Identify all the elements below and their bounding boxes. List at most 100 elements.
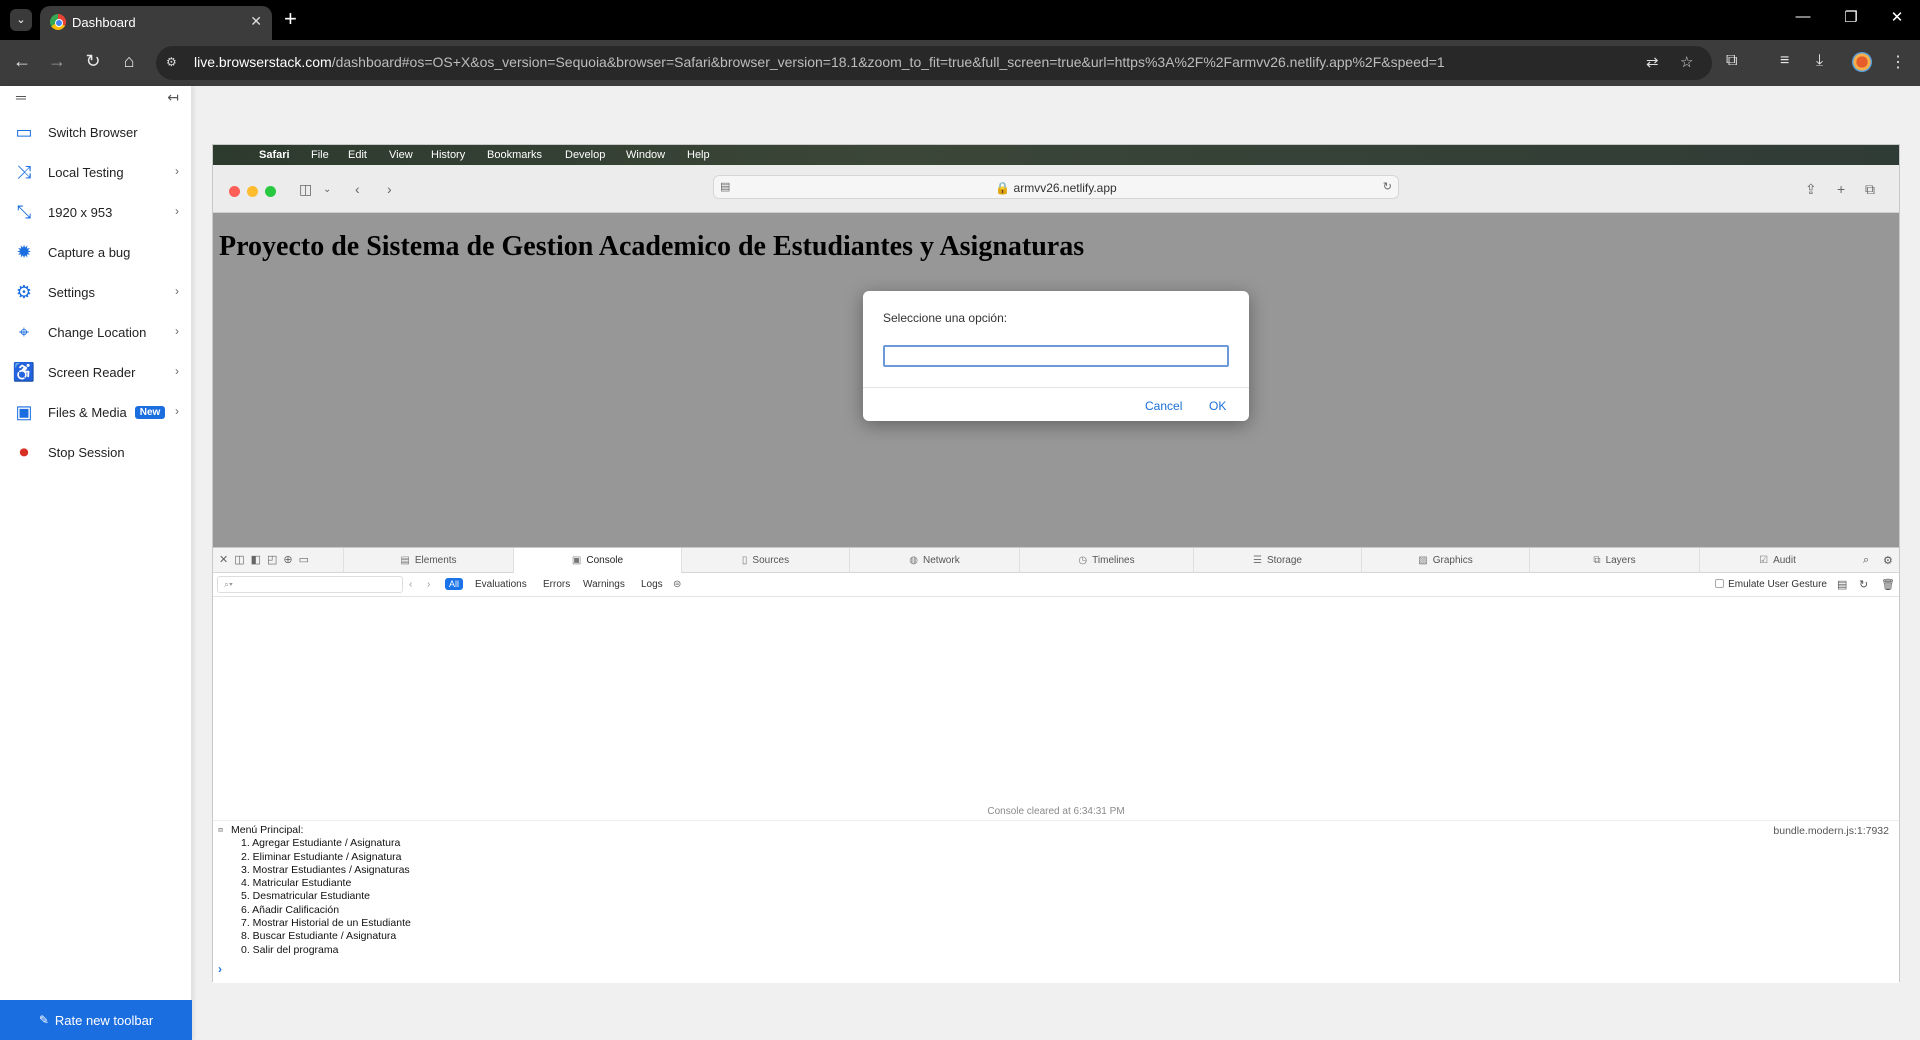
shuffle-icon: ⤨ <box>16 161 32 182</box>
download-icon[interactable]: ⤓ <box>1816 52 1823 70</box>
tab-audit[interactable]: ☑ Audit <box>1699 548 1855 573</box>
menu-bookmarks[interactable]: Bookmarks <box>487 149 542 161</box>
sidebar-item-local-testing[interactable]: ⤨ Local Testing › <box>0 152 191 192</box>
forward-icon[interactable]: → <box>45 51 69 72</box>
safari-reload-icon[interactable]: ↻ <box>1383 180 1392 193</box>
safari-url: 🔒 armvv26.netlify.app <box>995 181 1117 195</box>
extensions-icon[interactable]: ⧉ <box>1726 52 1737 70</box>
sources-icon: ▯ <box>741 555 748 566</box>
elements-icon: ▤ <box>400 555 410 566</box>
browserstack-sidebar: ═ ↤ ▭ Switch Browser ⤨ Local Testing › ⤡… <box>0 86 192 1040</box>
home-icon[interactable]: ⌂ <box>117 51 141 72</box>
chevron-right-icon: › <box>175 404 179 418</box>
prompt-input[interactable] <box>883 345 1229 367</box>
tab-console[interactable]: ▣ Console <box>513 548 681 573</box>
menu-window[interactable]: Window <box>626 149 665 161</box>
filter-evaluations[interactable]: Evaluations <box>475 579 527 590</box>
log-source-link[interactable]: bundle.modern.js:1:7932 <box>1773 825 1889 837</box>
sidebar-item-resolution[interactable]: ⤡ 1920 x 953 › <box>0 192 191 232</box>
emulate-user-gesture-checkbox[interactable]: Emulate User Gesture <box>1715 579 1827 590</box>
console-log-entry: ⧈ bundle.modern.js:1:7932 Menú Principal… <box>213 820 1899 957</box>
hamburger-icon[interactable]: ═ <box>16 89 26 105</box>
menu-file[interactable]: File <box>311 149 329 161</box>
share-icon[interactable]: ⇪ <box>1805 181 1817 198</box>
sidebar-item-files-media[interactable]: ▣ Files & Media New › <box>0 392 191 432</box>
zoom-window-icon[interactable] <box>265 186 276 197</box>
safari-forward-icon[interactable]: › <box>387 181 392 197</box>
tab-graphics[interactable]: ▨ Graphics <box>1361 548 1529 573</box>
inspector-dock-icons[interactable]: ✕◫◧◰⊕▭ <box>219 553 315 566</box>
sidebar-item-stop-session[interactable]: ⏺ Stop Session <box>0 432 191 472</box>
sidebar-item-change-location[interactable]: ⌖ Change Location › <box>0 312 191 352</box>
sidebar-item-switch-browser[interactable]: ▭ Switch Browser <box>0 112 191 152</box>
minimize-icon[interactable]: — <box>1780 8 1826 25</box>
log-entry-icon: ⧈ <box>218 825 224 834</box>
tab-search-icon[interactable]: ⌄ <box>10 9 32 31</box>
log-line: 8. Buscar Estudiante / Asignatura <box>241 930 397 943</box>
clear-console-icon[interactable]: 🗑 <box>1881 578 1895 591</box>
safari-new-tab-icon[interactable]: + <box>1837 181 1845 197</box>
console-filter-bar: ⌕▾ ‹ › All Evaluations Errors Warnings L… <box>213 573 1899 597</box>
profile-avatar[interactable] <box>1852 52 1872 72</box>
sidebar-item-settings[interactable]: ⚙ Settings › <box>0 272 191 312</box>
translate-icon[interactable]: ⇄ <box>1646 53 1659 71</box>
prompt-message: Seleccione una opción: <box>883 311 1008 325</box>
tab-storage[interactable]: ☰ Storage <box>1193 548 1361 573</box>
next-icon[interactable]: › <box>427 579 430 590</box>
inspector-search-icon[interactable]: ⌕ <box>1863 554 1869 567</box>
new-tab-icon[interactable]: + <box>284 6 297 32</box>
sidebar-item-capture-bug[interactable]: ✹ Capture a bug <box>0 232 191 272</box>
tab-dashboard[interactable]: Dashboard ✕ <box>40 6 272 40</box>
console-filter-input[interactable]: ⌕▾ <box>217 576 403 593</box>
url-text[interactable]: live.browserstack.com/dashboard#os=OS+X&… <box>194 54 1445 70</box>
remote-session-viewport[interactable]: Safari File Edit View History Bookmarks … <box>212 144 1900 983</box>
tab-elements[interactable]: ▤ Elements <box>343 548 513 573</box>
log-line: 0. Salir del programa <box>241 943 339 956</box>
sidebar-toggle-icon[interactable]: ◫ <box>299 181 312 198</box>
sidebar-item-label: Stop Session <box>48 444 125 460</box>
back-icon[interactable]: ← <box>10 51 34 72</box>
chrome-menu-icon[interactable]: ⋮ <box>1890 52 1906 72</box>
filter-logs[interactable]: Logs <box>641 579 663 590</box>
prev-icon[interactable]: ‹ <box>409 579 412 590</box>
filter-errors[interactable]: Errors <box>543 579 570 590</box>
console-refresh-icon[interactable]: ↻ <box>1859 578 1868 591</box>
filter-options-icon[interactable]: ⊜ <box>673 579 681 590</box>
media-control-icon[interactable]: ≡ <box>1780 52 1789 70</box>
safari-back-icon[interactable]: ‹ <box>355 181 360 197</box>
sidebar-item-screen-reader[interactable]: ♿ Screen Reader › <box>0 352 191 392</box>
chevron-right-icon: › <box>175 364 179 378</box>
menu-history[interactable]: History <box>431 149 465 161</box>
site-info-icon[interactable]: ⚙ <box>166 55 182 71</box>
restore-icon[interactable]: ❐ <box>1828 8 1874 26</box>
menu-view[interactable]: View <box>389 149 413 161</box>
tab-close-icon[interactable]: ✕ <box>250 13 262 30</box>
rate-toolbar-button[interactable]: ✎ Rate new toolbar <box>0 1000 192 1040</box>
tab-overview-icon[interactable]: ⧉ <box>1865 181 1875 198</box>
chevron-down-icon[interactable]: ⌄ <box>323 184 331 195</box>
address-bar[interactable]: ⚙ live.browserstack.com/dashboard#os=OS+… <box>156 46 1712 80</box>
bookmark-star-icon[interactable]: ☆ <box>1680 53 1693 71</box>
tab-layers[interactable]: ⧉ Layers <box>1529 548 1699 573</box>
console-prompt-input[interactable]: › <box>218 962 222 976</box>
window-close-icon[interactable]: ✕ <box>1874 8 1920 26</box>
safari-address-bar[interactable]: ▤ 🔒 armvv26.netlify.app ↻ <box>713 175 1399 199</box>
menu-safari[interactable]: Safari <box>259 149 290 161</box>
inspector-settings-icon[interactable]: ⚙ <box>1883 554 1893 567</box>
minimize-window-icon[interactable] <box>247 186 258 197</box>
tab-timelines[interactable]: ◷ Timelines <box>1019 548 1193 573</box>
ok-button[interactable]: OK <box>1209 399 1226 413</box>
filter-all[interactable]: All <box>445 578 464 590</box>
tab-network[interactable]: ◍ Network <box>849 548 1019 573</box>
menu-edit[interactable]: Edit <box>348 149 367 161</box>
cancel-button[interactable]: Cancel <box>1145 399 1182 413</box>
console-sidebar-icon[interactable]: ▤ <box>1837 578 1847 591</box>
close-window-icon[interactable] <box>229 186 240 197</box>
menu-help[interactable]: Help <box>687 149 710 161</box>
collapse-sidebar-icon[interactable]: ↤ <box>167 89 179 106</box>
stop-icon: ⏺ <box>19 441 29 462</box>
reload-icon[interactable]: ↻ <box>81 51 105 72</box>
filter-warnings[interactable]: Warnings <box>583 579 625 590</box>
menu-develop[interactable]: Develop <box>565 149 605 161</box>
tab-sources[interactable]: ▯ Sources <box>681 548 849 573</box>
